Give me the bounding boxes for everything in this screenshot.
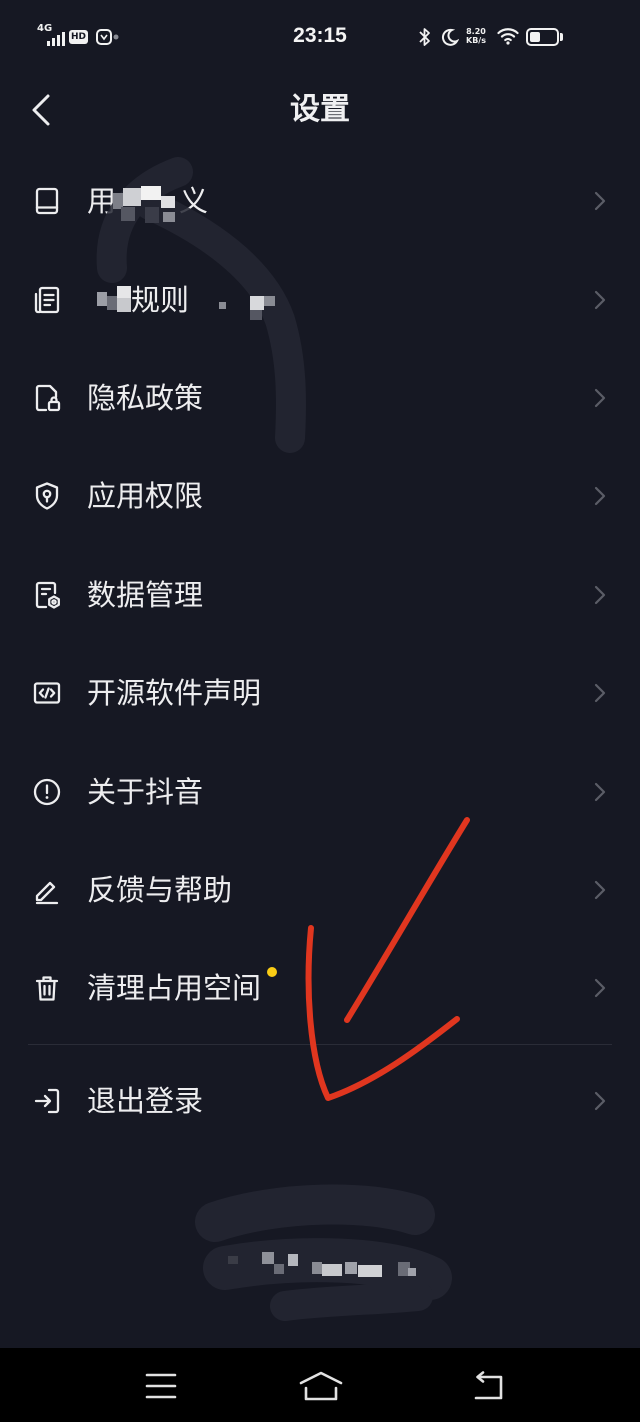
settings-item-feedback[interactable]: 反馈与帮助 bbox=[0, 841, 640, 939]
settings-item-about[interactable]: 关于抖音 bbox=[0, 742, 640, 840]
system-nav-bar bbox=[0, 1348, 640, 1422]
mosaic-block bbox=[262, 1252, 274, 1264]
document-list-icon bbox=[31, 284, 63, 316]
chevron-right-icon bbox=[593, 977, 607, 999]
mosaic-block bbox=[398, 1262, 410, 1276]
code-icon bbox=[31, 677, 63, 709]
menu-icon[interactable] bbox=[145, 1373, 177, 1403]
settings-item-label: 反馈与帮助 bbox=[87, 872, 233, 907]
settings-item-app-permissions[interactable]: 应用权限 bbox=[0, 447, 640, 545]
mosaic-block bbox=[408, 1268, 416, 1276]
wifi-icon bbox=[497, 27, 519, 45]
chevron-right-icon bbox=[593, 190, 607, 212]
net-speed: 8.20 KB/s bbox=[466, 27, 486, 45]
new-badge-dot bbox=[267, 967, 277, 978]
chevron-right-icon bbox=[593, 289, 607, 311]
battery-icon bbox=[526, 28, 559, 46]
settings-item-label-tail: 义 bbox=[179, 184, 209, 219]
pencil-icon bbox=[31, 874, 63, 906]
settings-item-rules[interactable]: 规则 bbox=[0, 250, 640, 348]
mosaic-block bbox=[274, 1264, 284, 1274]
divider bbox=[28, 1044, 612, 1045]
settings-item-label: 应用权限 bbox=[87, 479, 204, 514]
data-settings-icon bbox=[31, 579, 63, 611]
settings-item-label: 隐私政策 bbox=[87, 380, 204, 415]
shield-icon bbox=[31, 480, 63, 512]
chevron-right-icon bbox=[593, 387, 607, 409]
settings-item-logout[interactable]: 退出登录 bbox=[0, 1052, 640, 1150]
settings-item-label: 数据管理 bbox=[87, 577, 204, 612]
battery-fill bbox=[530, 32, 540, 42]
settings-item-open-source[interactable]: 开源软件声明 bbox=[0, 644, 640, 742]
info-icon bbox=[31, 776, 63, 808]
settings-item-label: 用 bbox=[87, 184, 117, 219]
logout-label: 退出登录 bbox=[87, 1084, 204, 1118]
settings-item-agreement[interactable]: 用 义 bbox=[0, 152, 640, 250]
mosaic-block bbox=[288, 1254, 298, 1266]
mosaic-block bbox=[228, 1256, 238, 1264]
settings-item-label: 清理占用空间 bbox=[87, 971, 262, 1006]
settings-item-clear-storage[interactable]: 清理占用空间 bbox=[0, 939, 640, 1037]
chevron-right-icon bbox=[593, 1090, 607, 1112]
settings-item-privacy-policy[interactable]: 隐私政策 bbox=[0, 349, 640, 447]
back-icon[interactable] bbox=[471, 1371, 505, 1405]
net-speed-value: 8.20 bbox=[466, 27, 486, 36]
chevron-right-icon bbox=[593, 781, 607, 803]
settings-item-label: 开源软件声明 bbox=[87, 676, 262, 711]
moon-icon bbox=[441, 28, 460, 46]
mosaic-block bbox=[345, 1262, 357, 1274]
chevron-right-icon bbox=[593, 584, 607, 606]
mosaic-block bbox=[312, 1262, 322, 1274]
book-icon bbox=[31, 185, 63, 217]
net-speed-unit: KB/s bbox=[466, 36, 486, 45]
status-bar: 4G HD 23:15 8.20 KB/s bbox=[0, 0, 640, 72]
settings-item-data-management[interactable]: 数据管理 bbox=[0, 546, 640, 644]
settings-item-label: 规则 bbox=[131, 282, 190, 317]
chevron-right-icon bbox=[593, 485, 607, 507]
settings-list: 用 义 规则 隐私政策 应用权限 数据管理 开源软件声明 关于抖音 反馈与帮助 … bbox=[0, 152, 640, 1038]
chevron-right-icon bbox=[593, 682, 607, 704]
logout-icon bbox=[31, 1085, 63, 1117]
battery-nub bbox=[560, 33, 563, 41]
trash-icon bbox=[31, 972, 63, 1004]
privacy-lock-icon bbox=[31, 382, 63, 414]
mosaic-block bbox=[322, 1264, 342, 1276]
mosaic-block bbox=[358, 1265, 382, 1277]
page-title: 设置 bbox=[290, 92, 350, 127]
bluetooth-icon bbox=[419, 27, 431, 47]
settings-item-label: 关于抖音 bbox=[87, 774, 204, 809]
home-icon[interactable] bbox=[298, 1370, 344, 1406]
chevron-right-icon bbox=[593, 879, 607, 901]
